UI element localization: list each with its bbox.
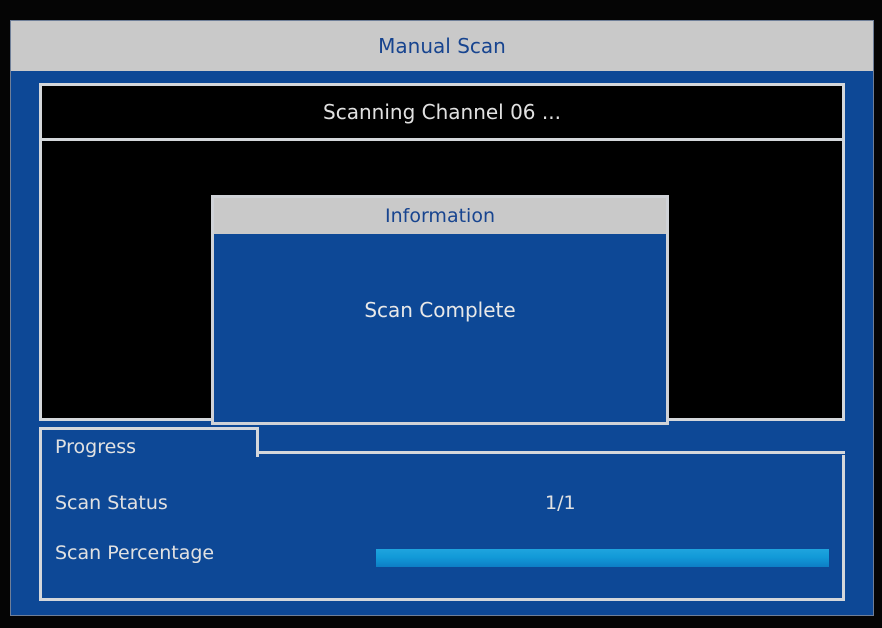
scan-status-label: Scan Status <box>55 492 168 514</box>
scan-progress-bar <box>376 549 829 567</box>
progress-tab-divider <box>256 451 845 454</box>
manual-scan-window: Manual Scan Scanning Channel 06 ... Info… <box>10 20 874 616</box>
scanning-channel-status: Scanning Channel 06 ... <box>39 83 845 141</box>
scan-percentage-label: Scan Percentage <box>55 542 215 564</box>
dialog-title: Information <box>214 198 666 234</box>
scan-status-value: 1/1 <box>545 492 576 514</box>
progress-panel <box>39 455 845 601</box>
information-dialog[interactable]: Information Scan Complete <box>211 195 669 425</box>
window-title: Manual Scan <box>11 21 873 71</box>
dialog-message: Scan Complete <box>364 298 516 322</box>
tv-screen: Manual Scan Scanning Channel 06 ... Info… <box>0 0 882 628</box>
scan-progress-fill <box>376 549 829 567</box>
